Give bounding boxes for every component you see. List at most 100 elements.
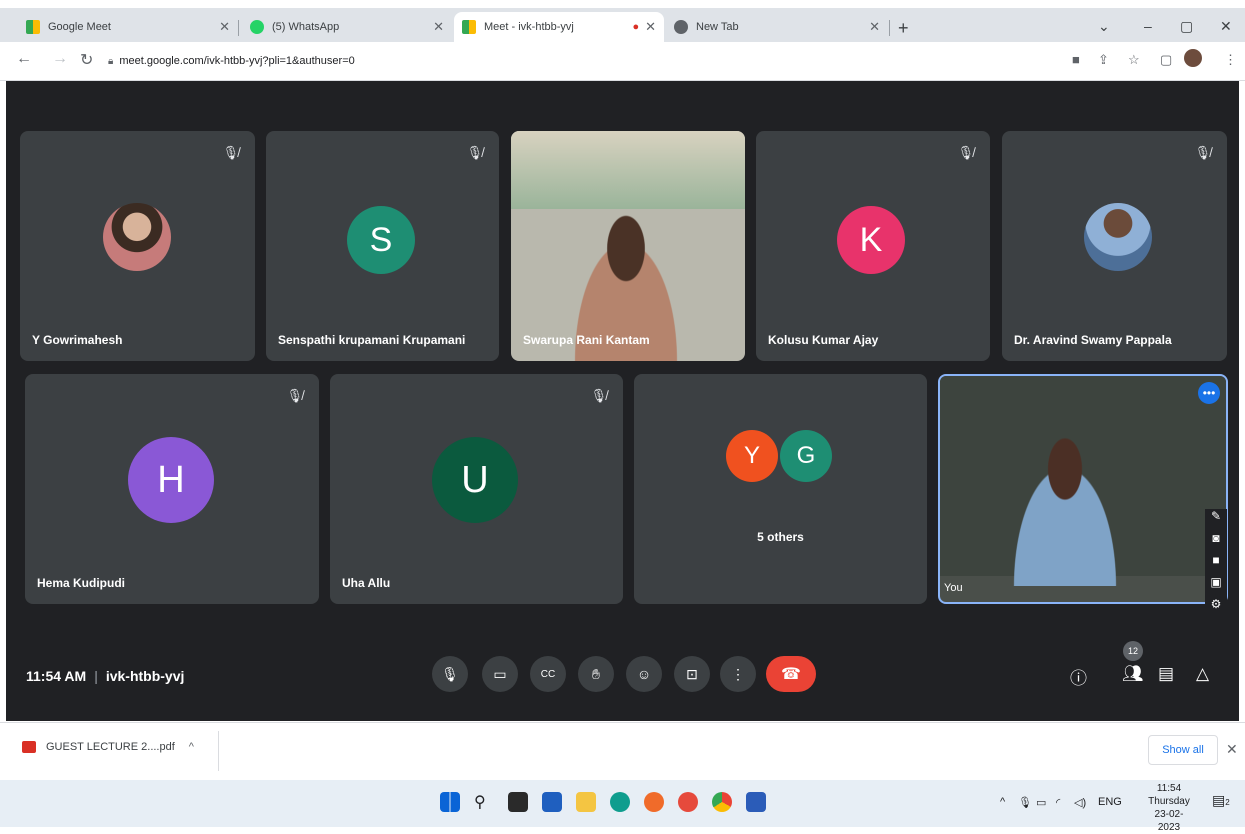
lock-icon: 🔒︎ xyxy=(108,55,114,67)
widgets-icon[interactable] xyxy=(542,792,562,812)
participant-name: Y Gowrimahesh xyxy=(32,333,123,347)
download-item[interactable]: GUEST LECTURE 2....pdf ^ xyxy=(22,741,194,753)
participant-name: Kolusu Kumar Ajay xyxy=(768,333,879,347)
taskbar: ⚲ ^ 🎙︎ ▭ ◜ ◁) ENG 11:54 Thursday 23-02-2… xyxy=(0,780,1245,833)
activities-icon[interactable]: △ xyxy=(1196,664,1209,684)
close-icon[interactable]: ✕ xyxy=(433,19,444,35)
profile-avatar[interactable] xyxy=(1184,49,1202,67)
mic-off-icon: 🎙︎̸ xyxy=(286,388,303,403)
tab-meet-active[interactable]: Meet - ivk-htbb-yvj ● ✕ xyxy=(454,12,664,42)
wifi-icon[interactable]: ◜ xyxy=(1056,796,1060,809)
url-text: meet.google.com/ivk-htbb-yvj?pli=1&authu… xyxy=(119,55,355,67)
tab-divider xyxy=(889,20,890,36)
download-filename: GUEST LECTURE 2....pdf xyxy=(46,741,175,753)
emoji-reaction-button[interactable]: ☺ xyxy=(626,656,662,692)
leave-call-button[interactable]: ☎︎ xyxy=(766,656,816,692)
mic-tray-icon[interactable]: 🎙︎ xyxy=(1018,796,1032,809)
volume-icon[interactable]: ◁) xyxy=(1074,796,1086,809)
windows-start-icon[interactable] xyxy=(440,792,460,812)
tab-whatsapp[interactable]: (5) WhatsApp ✕ xyxy=(242,12,452,42)
avatar: S xyxy=(347,206,415,274)
floating-toolbar: ✎ ◙ ■ ▣ ⚙ xyxy=(1205,509,1227,641)
avatar: U xyxy=(432,437,518,523)
address-bar-row: ← → ↻ 🔒︎ meet.google.com/ivk-htbb-yvj?pl… xyxy=(0,42,1245,81)
tab-new-tab[interactable]: New Tab ✕ xyxy=(666,12,888,42)
close-icon[interactable]: ✕ xyxy=(1226,741,1238,758)
present-screen-button[interactable]: ⊡ xyxy=(674,656,710,692)
close-icon[interactable]: ✕ xyxy=(219,19,230,35)
participant-tile[interactable]: 🎙︎̸ Dr. Aravind Swamy Pappala xyxy=(1002,131,1227,361)
firefox-icon[interactable] xyxy=(644,792,664,812)
minimize-button[interactable]: – xyxy=(1144,18,1152,34)
people-icon[interactable]: 👥︎ xyxy=(1122,664,1144,684)
camera-button[interactable]: ▭ xyxy=(482,656,518,692)
camera-indicator-icon[interactable]: ■ xyxy=(1072,52,1080,67)
mic-off-icon: 🎙︎̸ xyxy=(590,388,607,403)
others-tile[interactable]: Y G 5 others xyxy=(634,374,927,604)
close-icon[interactable]: ✕ xyxy=(645,19,656,35)
participant-video-tile[interactable]: Swarupa Rani Kantam xyxy=(511,131,745,361)
forward-arrow-icon[interactable]: → xyxy=(52,50,68,68)
clock[interactable]: 11:54 Thursday 23-02-2023 xyxy=(1144,782,1194,834)
participant-count-badge: 12 xyxy=(1123,641,1143,661)
more-menu-icon[interactable]: ⋮ xyxy=(1224,52,1237,68)
mic-off-icon: 🎙︎̸ xyxy=(1194,145,1211,160)
side-panel-icon[interactable]: ▢ xyxy=(1160,52,1172,68)
tab-search-chevron-icon[interactable]: ⌄ xyxy=(1098,18,1110,35)
edge-icon[interactable] xyxy=(610,792,630,812)
battery-icon[interactable]: ▭ xyxy=(1036,796,1046,809)
back-arrow-icon[interactable]: ← xyxy=(16,50,32,68)
clock-date: 23-02-2023 xyxy=(1154,809,1184,833)
close-icon[interactable]: ✕ xyxy=(869,19,880,35)
browser-tab-bar: Google Meet ✕ (5) WhatsApp ✕ Meet - ivk-… xyxy=(0,8,1245,42)
more-options-button[interactable]: ⋮ xyxy=(720,656,756,692)
settings-gear-icon[interactable]: ⚙ xyxy=(1205,597,1227,619)
camera-snapshot-icon[interactable]: ◙ xyxy=(1205,531,1227,553)
paint-icon[interactable] xyxy=(678,792,698,812)
reload-icon[interactable]: ↻ xyxy=(80,50,93,70)
tab-title: Meet - ivk-htbb-yvj xyxy=(484,21,574,33)
search-icon[interactable]: ⚲ xyxy=(474,792,494,812)
task-view-icon[interactable] xyxy=(508,792,528,812)
chevron-up-icon[interactable]: ^ xyxy=(189,741,194,753)
video-icon[interactable]: ■ xyxy=(1205,553,1227,575)
chrome-icon[interactable] xyxy=(712,792,732,812)
pencil-icon[interactable]: ✎ xyxy=(1205,509,1227,531)
language-indicator[interactable]: ENG xyxy=(1098,796,1122,808)
participant-name: Uha Allu xyxy=(342,576,391,590)
tray-chevron-icon[interactable]: ^ xyxy=(1000,796,1005,808)
avatar: Y xyxy=(726,430,778,482)
chat-icon[interactable]: ▤ xyxy=(1158,664,1174,684)
raise-hand-button[interactable]: ✋︎ xyxy=(578,656,614,692)
show-all-button[interactable]: Show all xyxy=(1148,735,1218,765)
bookmark-star-icon[interactable]: ☆ xyxy=(1128,52,1140,68)
mic-off-icon: 🎙︎̸ xyxy=(957,145,974,160)
participant-name: Hema Kudipudi xyxy=(37,576,126,590)
pdf-file-icon xyxy=(22,741,36,753)
self-video-tile[interactable]: ••• You xyxy=(938,374,1228,604)
captions-button[interactable]: CC xyxy=(530,656,566,692)
window-icon[interactable]: ▣ xyxy=(1205,575,1227,597)
more-options-button[interactable]: ••• xyxy=(1198,382,1220,404)
url-bar[interactable]: 🔒︎ meet.google.com/ivk-htbb-yvj?pli=1&au… xyxy=(108,48,1058,74)
maximize-button[interactable]: ▢ xyxy=(1180,18,1193,35)
participant-tile[interactable]: 🎙︎̸ K Kolusu Kumar Ajay xyxy=(756,131,990,361)
info-icon[interactable]: ⓘ xyxy=(1070,664,1087,689)
participant-tile[interactable]: 🎙︎̸ Y Gowrimahesh xyxy=(20,131,255,361)
notification-count: 2 xyxy=(1225,798,1230,807)
microphone-button[interactable]: 🎙︎ xyxy=(432,656,468,692)
word-icon[interactable] xyxy=(746,792,766,812)
share-icon[interactable]: ⇪ xyxy=(1098,52,1109,68)
participant-tile[interactable]: 🎙︎̸ S Senspathi krupamani Krupamani xyxy=(266,131,499,361)
new-tab-button[interactable]: + xyxy=(898,18,909,39)
banner xyxy=(511,131,745,209)
file-explorer-icon[interactable] xyxy=(576,792,596,812)
notification-icon[interactable]: ▤2 xyxy=(1212,792,1230,809)
tab-google-meet[interactable]: Google Meet ✕ xyxy=(18,12,238,42)
close-window-button[interactable]: ✕ xyxy=(1220,18,1232,35)
participant-tile[interactable]: 🎙︎̸ H Hema Kudipudi xyxy=(25,374,319,604)
mic-off-icon: 🎙︎̸ xyxy=(222,145,239,160)
tab-title: Google Meet xyxy=(48,21,111,33)
participant-tile[interactable]: 🎙︎̸ U Uha Allu xyxy=(330,374,623,604)
divider: | xyxy=(94,668,98,684)
